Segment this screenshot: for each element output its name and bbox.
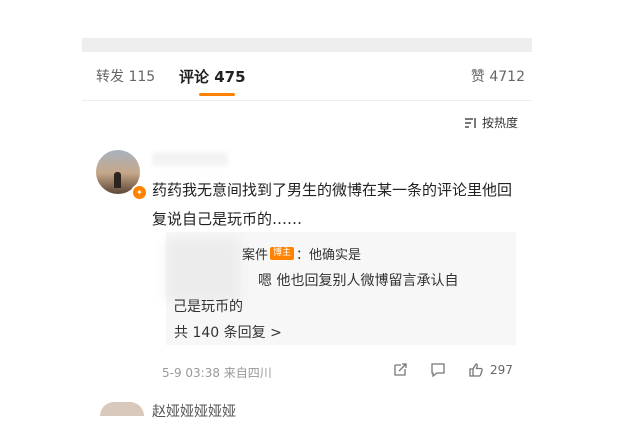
sort-label: 按热度: [481, 116, 518, 130]
reply-line: 嗯 他也回复别人微博留言承认自: [258, 273, 459, 289]
active-tab-indicator: [199, 93, 235, 96]
owner-badge: 博主: [270, 247, 295, 260]
reply-header: 案件 博主 ：他确实是: [242, 244, 361, 263]
reply-author[interactable]: 案件: [242, 244, 268, 263]
comment-button[interactable]: [430, 362, 446, 382]
share-button[interactable]: [392, 362, 408, 382]
comment-text: 药药我无意间找到了男生的微博在某一条的评论里他回复说自己是玩币的……: [152, 181, 513, 228]
more-replies-link[interactable]: 共 140 条回复 >: [174, 322, 282, 342]
like-icon: [469, 363, 483, 377]
avatar-figure: [114, 172, 121, 188]
divider: [82, 100, 532, 101]
tab-repost[interactable]: 转发 115: [96, 66, 155, 86]
comment-icon: [431, 363, 445, 378]
next-avatar[interactable]: [100, 402, 144, 416]
reply-line-continued: 己是玩币的: [173, 299, 243, 315]
share-icon: [394, 363, 407, 376]
like-count: 297: [490, 363, 513, 377]
username-redacted: [152, 152, 228, 166]
tab-like[interactable]: 赞 4712: [471, 66, 525, 86]
reply-box[interactable]: 案件 博主 ：他确实是 嗯 他也回复别人微博留言承认自 己是玩币的 共 140 …: [166, 232, 516, 345]
top-bar: [82, 38, 532, 52]
sort-icon: [464, 117, 476, 128]
sort-button[interactable]: 按热度: [464, 114, 518, 131]
comment-meta: 5-9 03:38 来自四川: [162, 366, 272, 380]
tab-comment[interactable]: 评论 475: [179, 66, 246, 87]
verified-badge-icon: ✦: [131, 184, 148, 201]
reply-redacted: [166, 238, 240, 302]
like-button[interactable]: 297: [468, 362, 513, 378]
next-comment-author[interactable]: 赵娅娅娅娅娅: [152, 401, 236, 421]
tab-bar: 转发 115 评论 475 赞 4712: [0, 64, 640, 96]
reply-text: ：他确实是: [296, 248, 362, 263]
